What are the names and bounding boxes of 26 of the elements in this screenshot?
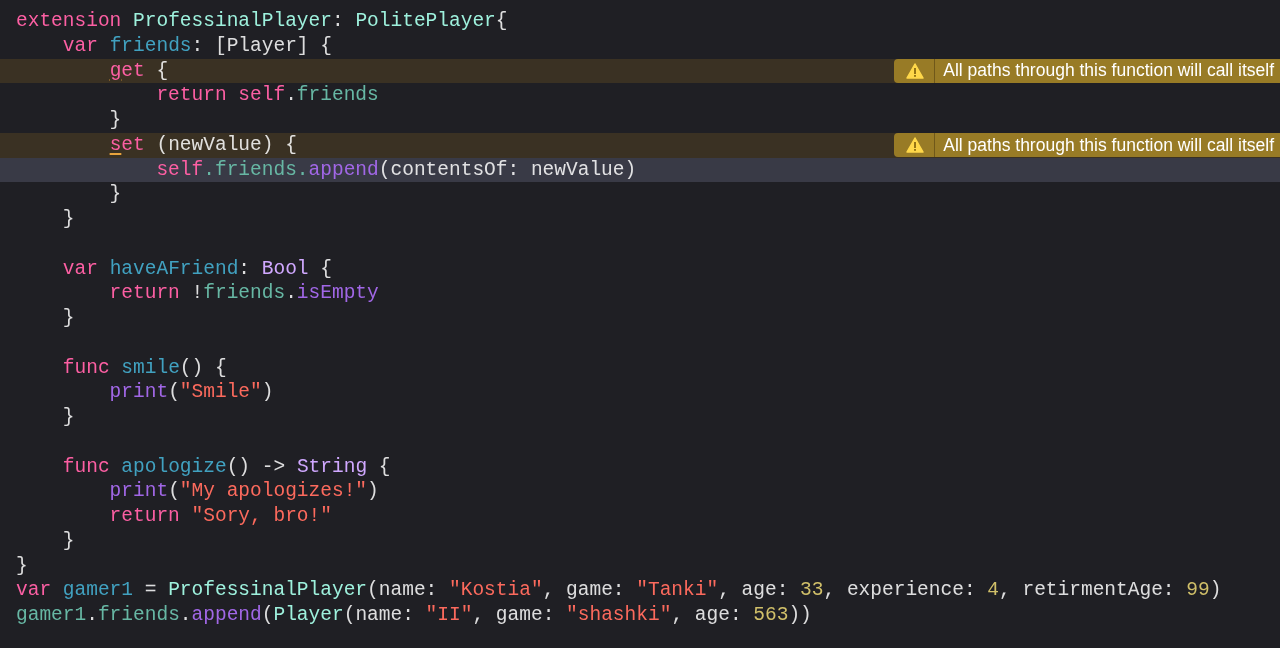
code-line: var friends: [Player] {	[61, 33, 332, 59]
code-line: }	[61, 306, 75, 331]
code-line: print("Smile")	[108, 380, 274, 405]
code-line: return "Sory, bro!"	[108, 504, 332, 529]
code-line: gamer1.friends.append(Player(name: "II", game: "shashki", age: 563))	[16, 603, 812, 628]
warning-badge[interactable]: All paths through this function will call itself	[894, 58, 1280, 83]
code-line: }	[16, 553, 28, 579]
code-line: get {	[108, 58, 169, 84]
code-line: extension ProfessinalPlayer: PolitePlayer{	[16, 9, 508, 34]
code-line: }	[61, 405, 75, 430]
code-line: return !friends.isEmpty	[108, 281, 379, 306]
code-line: var haveAFriend: Bool {	[61, 256, 332, 282]
code-line: self.friends.append(contentsOf: newValue)	[155, 157, 637, 183]
warning-icon	[906, 62, 925, 79]
code-line: }	[61, 528, 75, 554]
code-line: func apologize() -> String {	[61, 454, 391, 480]
code-line: return self.friends	[155, 83, 379, 108]
code-line: }	[108, 108, 122, 133]
warning-icon	[906, 137, 925, 154]
code-line: }	[108, 182, 122, 207]
code-line: set (newValue) {	[108, 132, 297, 158]
code-line: func smile() {	[61, 355, 227, 381]
code-line: }	[61, 207, 75, 232]
warning-badge[interactable]: All paths through this function will call itself	[894, 133, 1280, 158]
code-line: print("My apologizes!")	[108, 479, 379, 504]
code-line: var gamer1 = ProfessinalPlayer(name: "Kostia", game: "Tanki", age: 33, experience: 4, retirmentAge: 99)	[16, 578, 1222, 603]
